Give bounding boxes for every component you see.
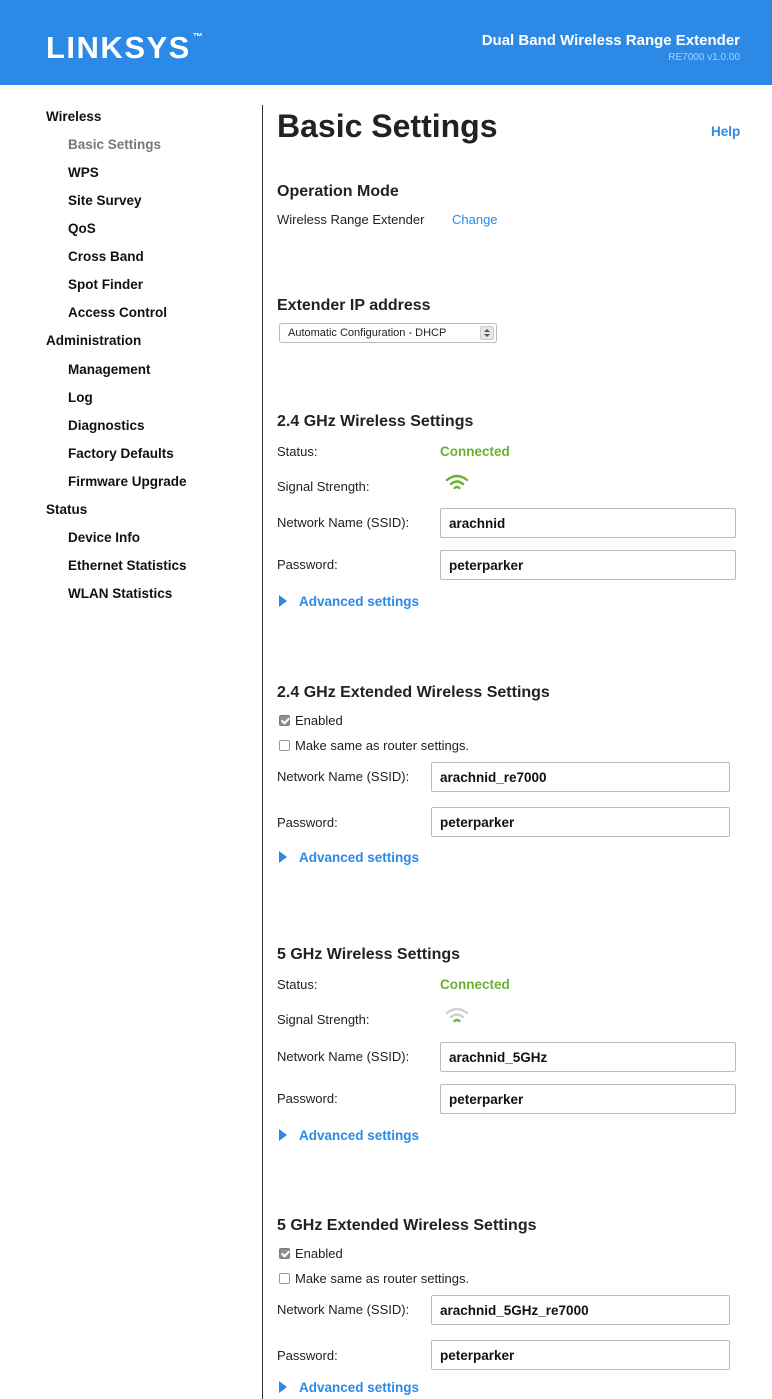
w5-password-label: Password: — [277, 1091, 338, 1106]
ext24-same-as-router-checkbox[interactable]: Make same as router settings. — [279, 738, 469, 753]
ext24-password-input[interactable] — [431, 807, 730, 837]
help-link[interactable]: Help — [711, 124, 740, 139]
logo-text: LINKSYS — [46, 30, 191, 65]
page-title: Basic Settings — [277, 108, 498, 144]
ext24-advanced-label: Advanced settings — [299, 850, 420, 865]
w5-password-input[interactable] — [440, 1084, 736, 1114]
sidebar-item-basic-settings[interactable]: Basic Settings — [68, 137, 161, 152]
w5-ssid-input[interactable] — [440, 1042, 736, 1072]
select-arrows-icon — [480, 326, 494, 340]
ext5-advanced-label: Advanced settings — [299, 1380, 420, 1395]
expand-triangle-icon — [279, 851, 287, 863]
checkbox-icon — [279, 1248, 290, 1259]
w5-advanced-settings-link[interactable]: Advanced settings — [279, 1128, 419, 1143]
w5-signal-label: Signal Strength: — [277, 1012, 370, 1027]
sidebar-item-device-info[interactable]: Device Info — [68, 530, 140, 545]
sidebar-item-ethernet-statistics[interactable]: Ethernet Statistics — [68, 558, 187, 573]
expand-triangle-icon — [279, 1129, 287, 1141]
sidebar-item-wlan-statistics[interactable]: WLAN Statistics — [68, 586, 172, 601]
sidebar-item-spot-finder[interactable]: Spot Finder — [68, 277, 143, 292]
operation-mode-heading: Operation Mode — [277, 183, 399, 200]
w24-heading: 2.4 GHz Wireless Settings — [277, 413, 474, 430]
w5-heading: 5 GHz Wireless Settings — [277, 946, 461, 963]
sidebar-item-factory-defaults[interactable]: Factory Defaults — [68, 446, 174, 461]
top-header: LINKSYS ™ Dual Band Wireless Range Extend… — [0, 0, 772, 85]
w24-status-label: Status: — [277, 444, 318, 459]
sidebar-item-log[interactable]: Log — [68, 390, 93, 405]
product-name: Dual Band Wireless Range Extender — [481, 32, 740, 49]
product-version: RE7000 v1.0.00 — [668, 52, 740, 63]
w24-ssid-input[interactable] — [440, 508, 736, 538]
sidebar-group-wireless[interactable]: Wireless — [46, 109, 101, 124]
w5-status-value: Connected — [440, 977, 510, 992]
ext24-advanced-settings-link[interactable]: Advanced settings — [279, 850, 419, 865]
ext24-heading: 2.4 GHz Extended Wireless Settings — [277, 684, 550, 701]
ext24-ssid-input[interactable] — [431, 762, 730, 792]
sidebar-item-cross-band[interactable]: Cross Band — [68, 249, 144, 264]
checkbox-icon — [279, 715, 290, 726]
ext5-same-as-router-checkbox[interactable]: Make same as router settings. — [279, 1271, 469, 1286]
ext5-enabled-label: Enabled — [295, 1246, 343, 1261]
w24-password-input[interactable] — [440, 550, 736, 580]
ext24-password-label: Password: — [277, 815, 338, 830]
checkbox-icon — [279, 1273, 290, 1284]
expand-triangle-icon — [279, 595, 287, 607]
w24-signal-label: Signal Strength: — [277, 479, 370, 494]
operation-mode-change-link[interactable]: Change — [452, 212, 498, 227]
ext5-password-input[interactable] — [431, 1340, 730, 1370]
w5-advanced-label: Advanced settings — [299, 1128, 420, 1143]
sidebar-item-management[interactable]: Management — [68, 362, 151, 377]
w24-wifi-signal-icon — [445, 474, 469, 490]
ext5-ssid-input[interactable] — [431, 1295, 730, 1325]
ext24-ssid-label: Network Name (SSID): — [277, 769, 410, 784]
w24-advanced-settings-link[interactable]: Advanced settings — [279, 594, 419, 609]
w5-status-label: Status: — [277, 977, 318, 992]
ext5-same-label: Make same as router settings. — [295, 1271, 470, 1286]
ext5-heading: 5 GHz Extended Wireless Settings — [277, 1217, 537, 1234]
vertical-divider — [262, 105, 263, 1399]
ext24-enabled-label: Enabled — [295, 713, 343, 728]
operation-mode-value: Wireless Range Extender — [277, 212, 425, 227]
sidebar-item-qos[interactable]: QoS — [68, 221, 96, 236]
w24-ssid-label: Network Name (SSID): — [277, 515, 410, 530]
sidebar-group-status[interactable]: Status — [46, 502, 87, 517]
w24-advanced-label: Advanced settings — [299, 594, 420, 609]
sidebar-group-administration[interactable]: Administration — [46, 333, 141, 348]
ext5-ssid-label: Network Name (SSID): — [277, 1302, 410, 1317]
sidebar-item-diagnostics[interactable]: Diagnostics — [68, 418, 145, 433]
sidebar-item-wps[interactable]: WPS — [68, 165, 99, 180]
w5-wifi-signal-icon — [445, 1007, 469, 1023]
extender-ip-select[interactable]: Automatic Configuration - DHCP — [279, 323, 497, 343]
sidebar-item-site-survey[interactable]: Site Survey — [68, 193, 142, 208]
ext24-same-label: Make same as router settings. — [295, 738, 470, 753]
ext5-advanced-settings-link[interactable]: Advanced settings — [279, 1380, 419, 1395]
extender-ip-selected-value: Automatic Configuration - DHCP — [288, 327, 447, 339]
w24-password-label: Password: — [277, 557, 338, 572]
extender-ip-heading: Extender IP address — [277, 297, 431, 314]
w24-status-value: Connected — [440, 444, 510, 459]
ext24-enabled-checkbox[interactable]: Enabled — [279, 713, 343, 728]
linksys-logo[interactable]: LINKSYS ™ — [46, 30, 204, 66]
logo-trademark: ™ — [192, 32, 205, 43]
ext5-password-label: Password: — [277, 1348, 338, 1363]
expand-triangle-icon — [279, 1381, 287, 1393]
ext5-enabled-checkbox[interactable]: Enabled — [279, 1246, 343, 1261]
w5-ssid-label: Network Name (SSID): — [277, 1049, 410, 1064]
sidebar-item-firmware-upgrade[interactable]: Firmware Upgrade — [68, 474, 187, 489]
checkbox-icon — [279, 740, 290, 751]
sidebar-item-access-control[interactable]: Access Control — [68, 305, 167, 320]
